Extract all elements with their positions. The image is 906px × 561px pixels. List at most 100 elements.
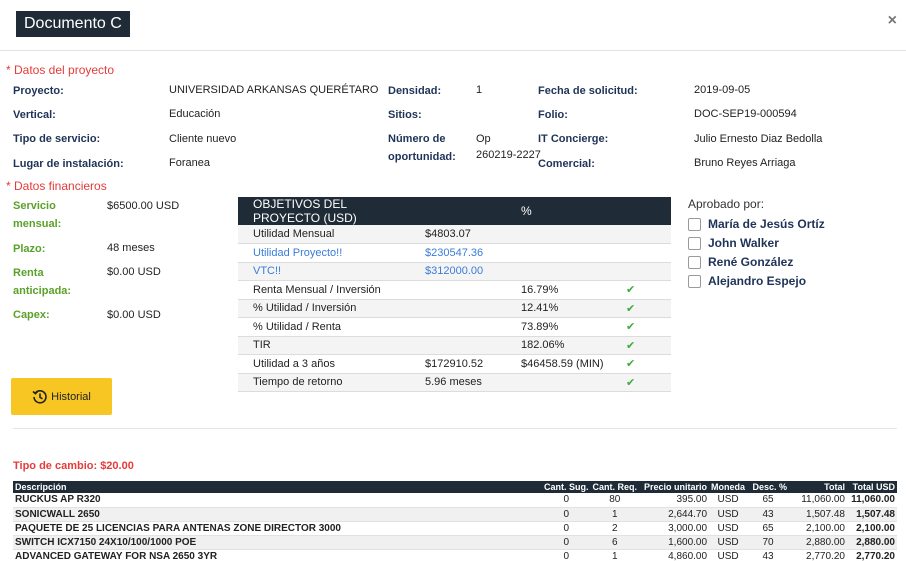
item-description: RUCKUS AP R320 bbox=[13, 493, 543, 508]
objective-row: Tiempo de retorno 5.96 meses ✔ bbox=[238, 373, 671, 392]
item-description: SWITCH ICX7150 24X10/100/1000 POE bbox=[13, 535, 543, 550]
approval-checkbox[interactable] bbox=[688, 217, 701, 231]
modal-header: Documento C × bbox=[0, 0, 906, 51]
item-total-usd: 1,507.48 bbox=[846, 507, 897, 522]
item-cant-req: 1 bbox=[590, 507, 640, 522]
proyecto-value: UNIVERSIDAD ARKANSAS QUERÉTARO bbox=[169, 84, 379, 96]
objective-value bbox=[410, 317, 506, 337]
objective-label: Utilidad Mensual bbox=[238, 225, 410, 244]
objective-value: $312000.00 bbox=[410, 262, 506, 281]
table-row: PAQUETE DE 25 LICENCIAS PARA ANTENAS ZON… bbox=[13, 521, 897, 536]
item-cant-sug: 0 bbox=[542, 535, 591, 550]
col-moneda: Moneda bbox=[709, 481, 748, 493]
approver-name: María de Jesús Ortíz bbox=[708, 217, 825, 231]
item-total: 2,770.20 bbox=[789, 549, 847, 561]
objective-row: % Utilidad / Inversión 12.41% ✔ bbox=[238, 299, 671, 318]
objective-row: Utilidad Mensual $4803.07 bbox=[238, 225, 671, 244]
it-concierge-value: Julio Ernesto Diaz Bedolla bbox=[694, 133, 823, 145]
check-icon: ✔ bbox=[626, 317, 671, 337]
servicio-label-1: Servicio bbox=[13, 200, 56, 212]
objective-value: $4803.07 bbox=[410, 225, 506, 244]
table-row: ADVANCED GATEWAY FOR NSA 2650 3YR 0 1 4,… bbox=[13, 549, 897, 561]
it-concierge-label: IT Concierge: bbox=[538, 133, 609, 145]
objective-row: VTC!! $312000.00 bbox=[238, 262, 671, 281]
table-row: SONICWALL 2650 0 1 2,644.70 USD 43 1,507… bbox=[13, 507, 897, 522]
objectives-header-title: OBJETIVOS DEL PROYECTO (USD) bbox=[238, 197, 410, 225]
densidad-label: Densidad: bbox=[388, 85, 442, 97]
item-moneda: USD bbox=[709, 549, 748, 561]
objectives-header-value bbox=[410, 197, 506, 225]
col-descripcion: Descripción bbox=[13, 481, 543, 493]
objective-pct: 73.89% bbox=[506, 317, 626, 337]
oportunidad-label-2: oportunidad: bbox=[388, 151, 456, 163]
fecha-label: Fecha de solicitud: bbox=[538, 85, 638, 97]
approval-checkbox[interactable] bbox=[688, 236, 701, 250]
historial-button[interactable]: Historial bbox=[11, 378, 112, 415]
item-precio: 2,644.70 bbox=[639, 507, 710, 522]
check-icon: ✔ bbox=[626, 373, 671, 392]
objective-label: VTC!! bbox=[238, 262, 410, 281]
objectives-header-pct: % bbox=[506, 197, 626, 225]
approver-name: René González bbox=[708, 255, 794, 269]
check-icon bbox=[626, 243, 671, 263]
capex-value: $0.00 USD bbox=[107, 309, 161, 321]
objective-row: Utilidad Proyecto!! $230547.36 bbox=[238, 243, 671, 263]
objectives-header-row: OBJETIVOS DEL PROYECTO (USD) % bbox=[238, 197, 671, 225]
capex-label: Capex: bbox=[13, 309, 50, 321]
item-precio: 1,600.00 bbox=[639, 535, 710, 550]
objective-pct: $46458.59 (MIN) bbox=[506, 354, 626, 374]
tipo-cambio: Tipo de cambio: $20.00 bbox=[13, 460, 134, 472]
objectives-header-check bbox=[626, 197, 671, 225]
objective-label: Tiempo de retorno bbox=[238, 373, 410, 392]
objective-value: $230547.36 bbox=[410, 243, 506, 263]
objective-value bbox=[410, 336, 506, 355]
oportunidad-label-1: Número de bbox=[388, 133, 446, 145]
objective-row: Renta Mensual / Inversión 16.79% ✔ bbox=[238, 280, 671, 300]
item-cant-req: 1 bbox=[590, 549, 640, 561]
item-total-usd: 11,060.00 bbox=[846, 493, 897, 508]
objective-value bbox=[410, 299, 506, 318]
item-total: 1,507.48 bbox=[789, 507, 847, 522]
item-cant-req: 6 bbox=[590, 535, 640, 550]
check-icon: ✔ bbox=[626, 354, 671, 374]
check-icon bbox=[626, 225, 671, 244]
objective-label: Renta Mensual / Inversión bbox=[238, 280, 410, 300]
objective-label: % Utilidad / Inversión bbox=[238, 299, 410, 318]
col-total-usd: Total USD bbox=[846, 481, 897, 493]
objective-pct bbox=[506, 243, 626, 263]
comercial-value: Bruno Reyes Arriaga bbox=[694, 157, 796, 169]
densidad-value: 1 bbox=[476, 84, 483, 96]
approver-item: John Walker bbox=[688, 236, 779, 250]
item-total: 2,100.00 bbox=[789, 521, 847, 536]
item-desc: 70 bbox=[747, 535, 790, 550]
proyecto-label: Proyecto: bbox=[13, 85, 64, 97]
objective-pct: 16.79% bbox=[506, 280, 626, 300]
objective-row: % Utilidad / Renta 73.89% ✔ bbox=[238, 317, 671, 337]
renta-label-1: Renta bbox=[13, 267, 44, 279]
project-section-title: * Datos del proyecto bbox=[6, 63, 115, 77]
item-total-usd: 2,770.20 bbox=[846, 549, 897, 561]
item-moneda: USD bbox=[709, 521, 748, 536]
renta-label-2: anticipada: bbox=[13, 285, 72, 297]
col-cant-req: Cant. Req. bbox=[590, 481, 640, 493]
item-total-usd: 2,100.00 bbox=[846, 521, 897, 536]
item-cant-req: 80 bbox=[590, 493, 640, 508]
approval-checkbox[interactable] bbox=[688, 255, 701, 269]
financial-section-title: * Datos financieros bbox=[6, 179, 107, 193]
items-header-row: Descripción Cant. Sug. Cant. Req. Precio… bbox=[13, 481, 897, 493]
objective-label: Utilidad Proyecto!! bbox=[238, 243, 410, 263]
approval-checkbox[interactable] bbox=[688, 274, 701, 288]
objective-value: $172910.52 bbox=[410, 354, 506, 374]
plazo-label: Plazo: bbox=[13, 243, 46, 255]
vertical-label: Vertical: bbox=[13, 109, 56, 121]
approver-name: Alejandro Espejo bbox=[708, 274, 807, 288]
sitios-label: Sitios: bbox=[388, 109, 422, 121]
objective-pct: 182.06% bbox=[506, 336, 626, 355]
approver-name: John Walker bbox=[708, 236, 779, 250]
item-total-usd: 2,880.00 bbox=[846, 535, 897, 550]
check-icon: ✔ bbox=[626, 280, 671, 300]
items-table: Descripción Cant. Sug. Cant. Req. Precio… bbox=[13, 481, 897, 561]
close-icon[interactable]: × bbox=[888, 12, 897, 30]
servicio-label-2: mensual: bbox=[13, 218, 62, 230]
section-divider bbox=[13, 428, 897, 429]
